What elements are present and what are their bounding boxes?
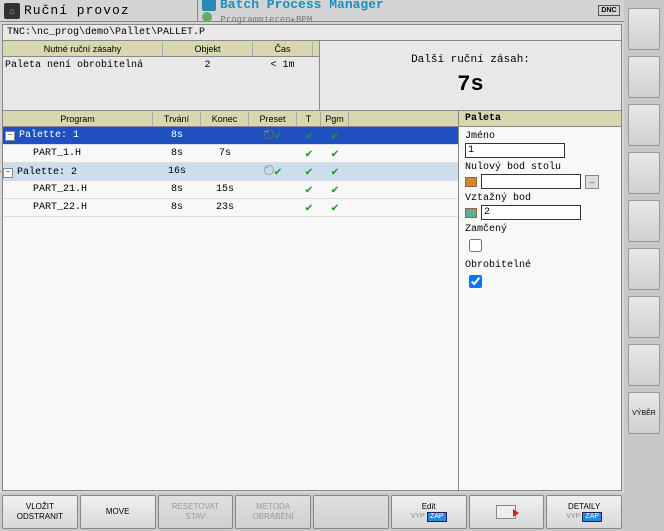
row-konec: 15s <box>201 182 249 197</box>
softkey-edit[interactable]: Edit VYP ZAP <box>391 495 467 529</box>
check-icon: ✔ <box>305 201 312 215</box>
browse-button[interactable]: … <box>585 175 599 189</box>
check-icon: ✔ <box>305 183 312 197</box>
intervention-text: Paleta není obrobitelná <box>3 58 163 73</box>
mode-title: Ruční provoz <box>24 3 130 18</box>
table-row[interactable]: ⤳−Palette: 2 16s ✔ ✔ ✔ <box>3 163 458 181</box>
col-object: Objekt <box>163 42 253 56</box>
side-softkey[interactable] <box>628 200 660 242</box>
collapse-icon[interactable]: − <box>3 168 13 178</box>
arrow-icon: ⤳ <box>0 167 1 178</box>
row-name: Palette: 1 <box>19 130 79 141</box>
app-title: Batch Process Manager <box>220 0 384 12</box>
dnc-badge: DNC <box>598 5 619 16</box>
zamceny-checkbox[interactable] <box>469 239 482 252</box>
side-softkey-vyber[interactable]: VÝBĚR <box>628 392 660 434</box>
row-name: PART_1.H <box>3 146 153 161</box>
panel-title: Paleta <box>459 111 621 127</box>
table-row[interactable]: PART_21.H 8s 15s ✔ ✔ <box>3 181 458 199</box>
obrobitelne-label: Obrobitelné <box>465 260 615 271</box>
col-time: Čas <box>253 42 313 56</box>
app-icon <box>202 0 216 11</box>
vertical-softkeys: VÝBĚR <box>624 0 664 531</box>
breadcrumb: Programmieren▸BPM <box>220 15 312 25</box>
col-pgm: Pgm <box>321 112 349 126</box>
intervention-time: < 1m <box>253 58 313 73</box>
details-panel: Paleta Jméno Nulový bod stolu … <box>459 111 621 490</box>
softkey-bar: VLOŽIT ODSTRANIT MOVE RESETOVAT STAV MET… <box>0 493 624 531</box>
softkey-method[interactable]: METODA OBRÁBĚNÍ <box>235 495 311 529</box>
stolu-input[interactable] <box>481 174 581 189</box>
softkey-screenshot[interactable] <box>469 495 545 529</box>
export-icon <box>496 505 516 519</box>
side-softkey[interactable] <box>628 8 660 50</box>
softkey-move[interactable]: MOVE <box>80 495 156 529</box>
side-softkey[interactable] <box>628 344 660 386</box>
check-icon: ✔ <box>274 165 281 179</box>
zamceny-label: Zamčený <box>465 224 615 235</box>
stolu-label: Nulový bod stolu <box>465 162 615 173</box>
check-icon: ✔ <box>274 129 281 143</box>
col-trvani: Trvání <box>153 112 201 126</box>
preset-target-icon <box>264 129 274 139</box>
check-icon: ✔ <box>331 129 338 143</box>
table-row[interactable]: −Palette: 1 8s ✔ ✔ ✔ <box>3 127 458 145</box>
mode-icon: ⌂ <box>4 3 20 19</box>
row-trvani: 8s <box>153 146 201 161</box>
jmeno-label: Jméno <box>465 131 615 142</box>
row-trvani: 8s <box>153 128 201 143</box>
jmeno-input[interactable] <box>465 143 565 158</box>
row-konec <box>201 170 249 174</box>
col-program: Program <box>3 112 153 126</box>
status-dot-icon <box>202 12 212 22</box>
titlebar: ⌂ Ruční provoz Batch Process Manager Pro… <box>0 0 624 22</box>
row-trvani: 8s <box>153 200 201 215</box>
row-konec: 23s <box>201 200 249 215</box>
col-t: T <box>297 112 321 126</box>
check-icon: ✔ <box>331 183 338 197</box>
check-icon: ✔ <box>331 201 338 215</box>
row-konec: 7s <box>201 146 249 161</box>
check-icon: ✔ <box>305 147 312 161</box>
softkey-blank <box>313 495 389 529</box>
check-icon: ✔ <box>305 129 312 143</box>
col-intervention: Nutné ruční zásahy <box>3 42 163 56</box>
table-row[interactable]: PART_1.H 8s 7s ✔ ✔ <box>3 145 458 163</box>
next-intervention-label: Další ruční zásah: <box>411 54 530 66</box>
vztazny-label: Vztažný bod <box>465 193 615 204</box>
side-softkey[interactable] <box>628 104 660 146</box>
vztazny-input[interactable] <box>481 205 581 220</box>
row-name: PART_22.H <box>3 200 153 215</box>
side-softkey[interactable] <box>628 296 660 338</box>
table-row[interactable]: PART_22.H 8s 23s ✔ ✔ <box>3 199 458 217</box>
path-bar: TNC:\nc_prog\demo\Pallet\PALLET.P <box>3 25 621 41</box>
intervention-object: 2 <box>163 58 253 73</box>
check-icon: ✔ <box>331 147 338 161</box>
next-intervention-value: 7s <box>457 72 483 97</box>
row-konec <box>201 134 249 138</box>
row-name: PART_21.H <box>3 182 153 197</box>
collapse-icon[interactable]: − <box>5 131 15 141</box>
softkey-details[interactable]: DETAILY VYP ZAP <box>546 495 622 529</box>
row-trvani: 16s <box>153 164 201 179</box>
check-icon: ✔ <box>305 165 312 179</box>
row-trvani: 8s <box>153 182 201 197</box>
side-softkey[interactable] <box>628 248 660 290</box>
softkey-reset[interactable]: RESETOVAT STAV <box>158 495 234 529</box>
intervention-row[interactable]: Paleta není obrobitelná 2 < 1m <box>3 57 319 73</box>
preset-target-icon <box>264 165 274 175</box>
col-konec: Konec <box>201 112 249 126</box>
col-preset: Preset <box>249 112 297 126</box>
softkey-insert-remove[interactable]: VLOŽIT ODSTRANIT <box>2 495 78 529</box>
row-name: Palette: 2 <box>17 167 77 178</box>
check-icon: ✔ <box>331 165 338 179</box>
side-softkey[interactable] <box>628 152 660 194</box>
side-softkey[interactable] <box>628 56 660 98</box>
table-preset-icon <box>465 177 477 187</box>
preset-icon <box>465 208 477 218</box>
obrobitelne-checkbox[interactable] <box>469 275 482 288</box>
